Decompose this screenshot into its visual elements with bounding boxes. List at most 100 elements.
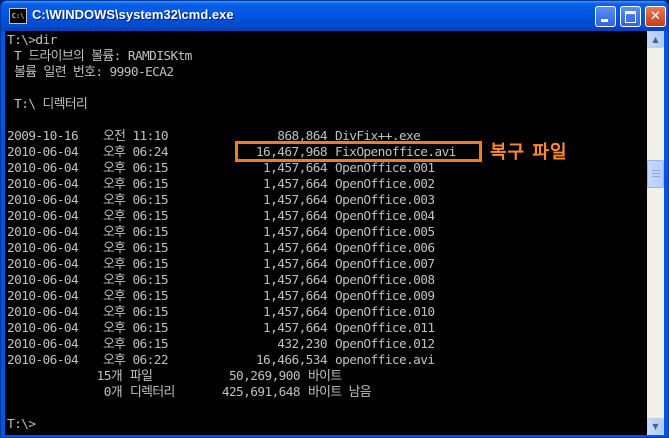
file-time: 오후 06:15	[103, 193, 169, 208]
dir-count: 0개	[103, 385, 123, 400]
file-size: 1,457,664	[263, 321, 328, 336]
file-size: 1,457,664	[263, 161, 328, 176]
file-count: 15개	[96, 369, 123, 384]
file-date: 2010-06-04	[7, 225, 79, 240]
file-size: 432,230	[277, 337, 327, 352]
final-prompt: T:\>	[7, 417, 36, 432]
file-name: OpenOffice.010	[335, 305, 435, 320]
summary-files-line: 15개 파일 50,269,900 바이트	[7, 369, 457, 385]
file-name: OpenOffice.005	[335, 225, 435, 240]
file-name: OpenOffice.012	[335, 337, 435, 352]
recovery-file-annotation: 복구 파일	[490, 142, 568, 163]
file-time: 오후 06:15	[103, 209, 169, 224]
dir-count-label: 디렉터리	[130, 385, 175, 400]
directory-header: T:\ 디렉터리	[7, 97, 88, 112]
summary-dirs-line: 0개 디렉터리 425,691,648 바이트 남음	[7, 385, 457, 401]
file-size: 1,457,664	[263, 177, 328, 192]
file-time: 오후 06:15	[103, 305, 169, 320]
minimize-button[interactable]	[595, 6, 616, 27]
file-name: OpenOffice.007	[335, 257, 435, 272]
scroll-up-button[interactable]: ▲	[647, 31, 664, 48]
cmd-app-icon[interactable]: C:\	[9, 8, 27, 24]
file-row: 2010-06-04 오후 06:15 1,457,664 OpenOffice.00…	[7, 209, 435, 225]
file-date: 2010-06-04	[7, 337, 79, 352]
file-name: openoffice.avi	[335, 353, 435, 368]
file-date: 2010-06-04	[7, 177, 79, 192]
file-date: 2010-06-04	[7, 193, 79, 208]
file-date: 2009-10-16	[7, 129, 79, 144]
grip-line	[652, 176, 660, 177]
file-name: OpenOffice.009	[335, 289, 435, 304]
grip-line	[652, 170, 660, 171]
command-line: T:\>dir	[7, 33, 57, 48]
console-output[interactable]: T:\>dir T 드라이브의 볼륨: RAMDISKtm 볼륨 일련 번호: …	[5, 31, 647, 435]
file-row: 2010-06-04 오후 06:15 1,457,664 OpenOffice.00…	[7, 193, 435, 209]
file-row: 2010-06-04 오후 06:15 1,457,664 OpenOffice.00…	[7, 177, 435, 193]
file-date: 2010-06-04	[7, 161, 79, 176]
recovery-file-highlight-box	[235, 141, 482, 162]
volume-label-line: T 드라이브의 볼륨: RAMDISKtm	[7, 49, 192, 64]
volume-serial-line: 볼륨 일련 번호: 9990-ECA2	[7, 65, 174, 80]
close-icon: ✕	[650, 9, 661, 24]
close-button[interactable]: ✕	[645, 6, 666, 27]
scroll-up-arrow-icon: ▲	[652, 35, 659, 44]
file-row: 2010-06-04 오후 06:15 1,457,664 OpenOffice.00…	[7, 257, 435, 273]
file-size: 1,457,664	[263, 193, 328, 208]
cmd-window: C:\ C:\WINDOWS\system32\cmd.exe ✕ T:\>di…	[0, 0, 669, 438]
file-date: 2010-06-04	[7, 289, 79, 304]
file-date: 2010-06-04	[7, 305, 79, 320]
minimize-icon	[601, 19, 608, 22]
file-time: 오전 11:10	[103, 129, 169, 144]
file-time: 오후 06:15	[103, 225, 169, 240]
file-name: OpenOffice.011	[335, 321, 435, 336]
file-date: 2010-06-04	[7, 273, 79, 288]
file-size: 1,457,664	[263, 289, 328, 304]
total-size: 50,269,900	[228, 369, 301, 384]
window-title: C:\WINDOWS\system32\cmd.exe	[32, 7, 234, 22]
file-size: 1,457,664	[263, 209, 328, 224]
file-name: OpenOffice.004	[335, 209, 435, 224]
file-name: OpenOffice.008	[335, 273, 435, 288]
scroll-thumb[interactable]	[647, 160, 664, 188]
total-size-unit: 바이트	[308, 369, 342, 384]
file-time: 오후 06:15	[103, 289, 169, 304]
file-row: 2010-06-04 오후 06:15 1,457,664 OpenOffice.01…	[7, 321, 435, 337]
file-name: OpenOffice.002	[335, 177, 435, 192]
file-date: 2010-06-04	[7, 353, 79, 368]
file-name: OpenOffice.001	[335, 161, 435, 176]
file-size: 1,457,664	[263, 241, 328, 256]
file-date: 2010-06-04	[7, 241, 79, 256]
grip-line	[652, 173, 660, 174]
file-count-label: 파일	[130, 369, 153, 384]
file-row: 2010-06-04 오후 06:15 1,457,664 OpenOffice.01…	[7, 305, 435, 321]
maximize-icon	[625, 11, 636, 23]
file-row: 2010-06-04 오후 06:15 1,457,664 OpenOffice.00…	[7, 241, 435, 257]
free-space: 425,691,648	[221, 385, 301, 400]
file-row: 2010-06-04 오후 06:15 1,457,664 OpenOffice.00…	[7, 289, 435, 305]
file-time: 오후 06:15	[103, 321, 169, 336]
file-date: 2010-06-04	[7, 145, 79, 160]
vertical-scrollbar[interactable]: ▲ ▼	[647, 31, 664, 435]
file-time: 오후 06:15	[103, 273, 169, 288]
scroll-down-arrow-icon: ▼	[652, 422, 659, 431]
file-size: 1,457,664	[263, 273, 328, 288]
file-row: 2010-06-04 오후 06:15 1,457,664 OpenOffice.00…	[7, 161, 435, 177]
file-row: 2010-06-04 오후 06:15 432,230 OpenOffice.012	[7, 337, 435, 353]
file-name: OpenOffice.003	[335, 193, 435, 208]
file-size: 1,457,664	[263, 257, 328, 272]
file-row: 2010-06-04 오후 06:15 1,457,664 OpenOffice.00…	[7, 273, 435, 289]
file-row: 2010-06-04 오후 06:22 16,466,534 openoffice.a…	[7, 353, 435, 369]
file-name: OpenOffice.006	[335, 241, 435, 256]
title-bar[interactable]: C:\ C:\WINDOWS\system32\cmd.exe ✕	[1, 1, 668, 31]
file-size: 16,466,534	[255, 353, 328, 368]
file-time: 오후 06:22	[103, 353, 169, 368]
file-size: 1,457,664	[263, 225, 328, 240]
scroll-down-button[interactable]: ▼	[647, 418, 664, 435]
file-time: 오후 06:15	[103, 337, 169, 352]
file-time: 오후 06:15	[103, 161, 169, 176]
file-date: 2010-06-04	[7, 257, 79, 272]
file-time: 오후 06:15	[103, 257, 169, 272]
maximize-button[interactable]	[620, 6, 641, 27]
file-size: 1,457,664	[263, 305, 328, 320]
free-space-unit: 바이트 남음	[308, 385, 372, 400]
